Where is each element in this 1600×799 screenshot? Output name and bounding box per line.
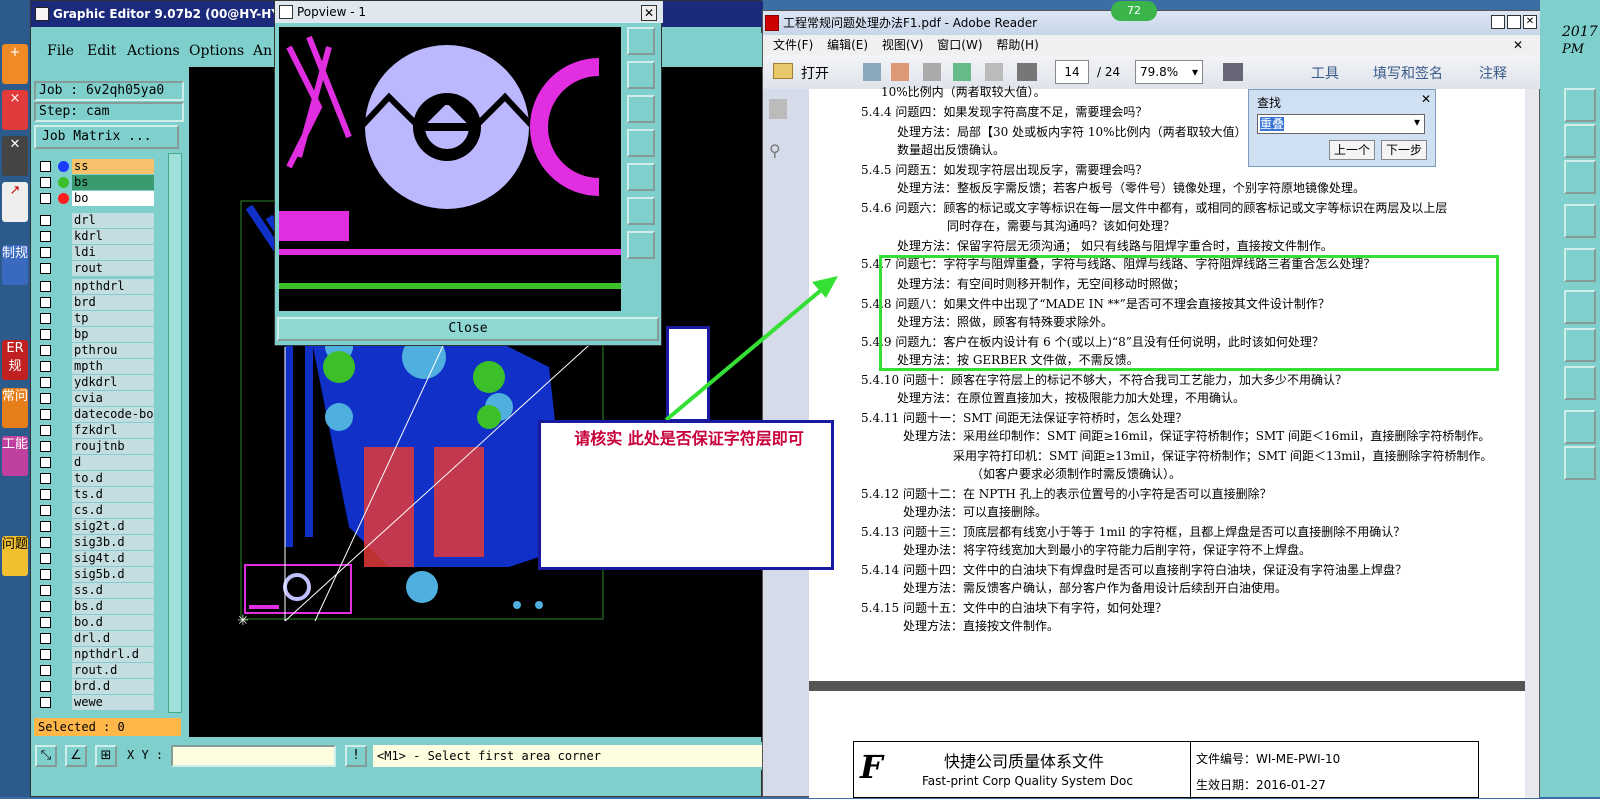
annotation-arrow bbox=[664, 276, 838, 422]
rp-layer-icon[interactable] bbox=[1564, 366, 1596, 400]
rp-warning-icon[interactable] bbox=[1564, 410, 1596, 444]
clock-pm: PM bbox=[1562, 42, 1585, 57]
rp-pad-icon[interactable] bbox=[1564, 248, 1596, 282]
rp-frame-icon[interactable] bbox=[1564, 88, 1596, 122]
rp-route-icon[interactable] bbox=[1564, 290, 1596, 324]
rp-drc-icon[interactable] bbox=[1564, 204, 1596, 238]
annotation-callout: 请核实 此处是否保证字符层即可 bbox=[538, 420, 834, 570]
clock-year: 2017 bbox=[1562, 24, 1598, 40]
rp-ff-icon[interactable] bbox=[1564, 328, 1596, 362]
rp-help-icon[interactable] bbox=[1564, 160, 1596, 194]
right-toolbar: 2017 PM bbox=[1540, 0, 1600, 797]
rp-s-icon[interactable] bbox=[1564, 124, 1596, 158]
callout-text: 请核实 此处是否保证字符层即可 bbox=[574, 429, 804, 448]
rp-cursor-icon[interactable] bbox=[1564, 446, 1596, 480]
